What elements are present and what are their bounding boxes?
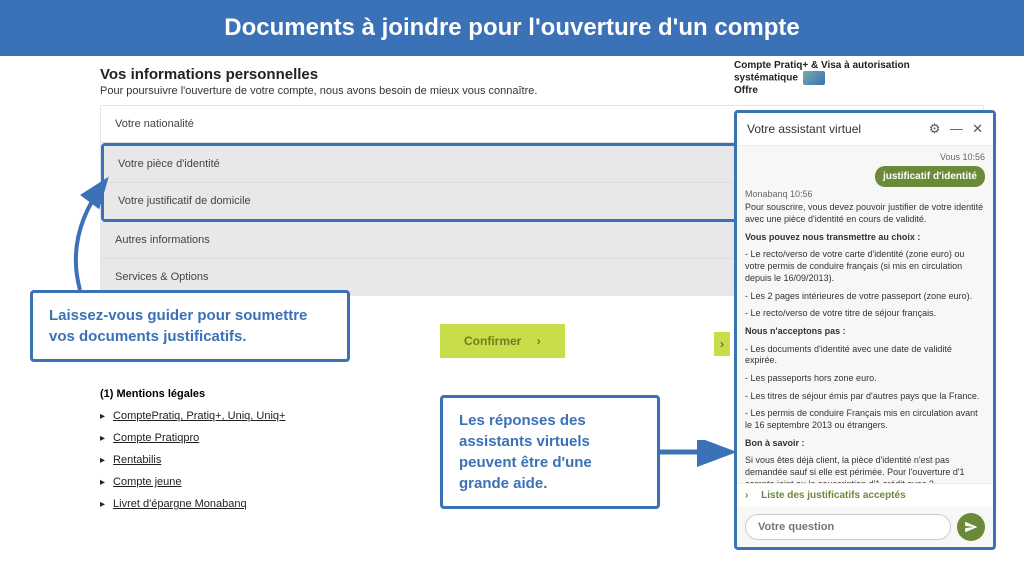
legal-link[interactable]: Livret d'épargne Monabanq: [113, 498, 247, 510]
card-icon: [803, 71, 825, 85]
accordion-label: Votre pièce d'identité: [118, 158, 220, 170]
legal-link[interactable]: Compte Pratiqpro: [113, 432, 199, 444]
legal-link[interactable]: Compte jeune: [113, 476, 182, 488]
chat-input-row: [737, 507, 993, 547]
chat-link-label: Liste des justificatifs acceptés: [761, 490, 906, 501]
bot-meta: Monabanq 10:56: [745, 189, 985, 201]
bot-message: Pour souscrire, vous devez pouvoir justi…: [745, 202, 985, 483]
chat-link-row[interactable]: › Liste des justificatifs acceptés: [737, 483, 993, 507]
bot-text: - Les titres de séjour émis par d'autres…: [745, 391, 985, 403]
send-icon: [964, 520, 978, 534]
chevron-right-icon: ›: [745, 490, 748, 501]
bot-text: - Le recto/verso de votre titre de séjou…: [745, 308, 985, 320]
chevron-right-icon: ›: [537, 334, 541, 348]
accordion-label: Votre justificatif de domicile: [118, 195, 251, 207]
bot-heading: Nous n'acceptons pas :: [745, 326, 846, 336]
chat-input[interactable]: [745, 514, 951, 540]
product-line3: Offre: [734, 85, 984, 96]
bot-heading: Vous pouvez nous transmettre au choix :: [745, 232, 920, 242]
close-icon[interactable]: ✕: [972, 121, 983, 136]
callout-assistant: Les réponses des assistants virtuels peu…: [440, 395, 660, 509]
chat-window: Votre assistant virtuel ⚙ — ✕ Vous 10:56…: [734, 110, 996, 550]
bot-text: - Les permis de conduire Français mis en…: [745, 408, 985, 431]
legal-link[interactable]: Rentabilis: [113, 454, 161, 466]
chat-body: Vous 10:56 justificatif d'identité Monab…: [737, 146, 993, 483]
pager-button[interactable]: ›: [714, 332, 730, 356]
bot-text: - Les documents d'identité avec une date…: [745, 344, 985, 367]
legal-link[interactable]: ComptePratiq, Pratiq+, Uniq, Uniq+: [113, 410, 285, 422]
user-message: justificatif d'identité: [875, 166, 985, 187]
chat-header: Votre assistant virtuel ⚙ — ✕: [737, 113, 993, 146]
bot-text: Pour souscrire, vous devez pouvoir justi…: [745, 202, 985, 225]
arrow-icon: [655, 440, 735, 470]
arrow-icon: [60, 175, 120, 295]
page-header: Documents à joindre pour l'ouverture d'u…: [0, 0, 1024, 56]
accordion-label: Services & Options: [115, 271, 209, 283]
accordion-label: Votre nationalité: [115, 118, 194, 130]
bot-text: - Les passeports hors zone euro.: [745, 373, 985, 385]
send-button[interactable]: [957, 513, 985, 541]
chat-title: Votre assistant virtuel: [747, 122, 861, 136]
bot-text: - Le recto/verso de votre carte d'identi…: [745, 249, 985, 284]
product-line2: systématique: [734, 71, 984, 85]
bot-text: Si vous êtes déjà client, la pièce d'ide…: [745, 455, 985, 483]
confirm-button[interactable]: Confirmer ›: [440, 324, 565, 358]
gear-icon[interactable]: ⚙: [929, 121, 941, 136]
bot-heading: Bon à savoir :: [745, 438, 805, 448]
accordion-label: Autres informations: [115, 234, 210, 246]
user-meta: Vous 10:56: [745, 152, 985, 164]
callout-documents: Laissez-vous guider pour soumettre vos d…: [30, 290, 350, 362]
confirm-label: Confirmer: [464, 334, 521, 348]
product-line1: Compte Pratiq+ & Visa à autorisation: [734, 60, 984, 71]
header-title: Documents à joindre pour l'ouverture d'u…: [224, 14, 799, 41]
bot-text: - Les 2 pages intérieures de votre passe…: [745, 291, 985, 303]
product-summary: Compte Pratiq+ & Visa à autorisation sys…: [734, 60, 984, 96]
minimize-icon[interactable]: —: [950, 121, 963, 136]
